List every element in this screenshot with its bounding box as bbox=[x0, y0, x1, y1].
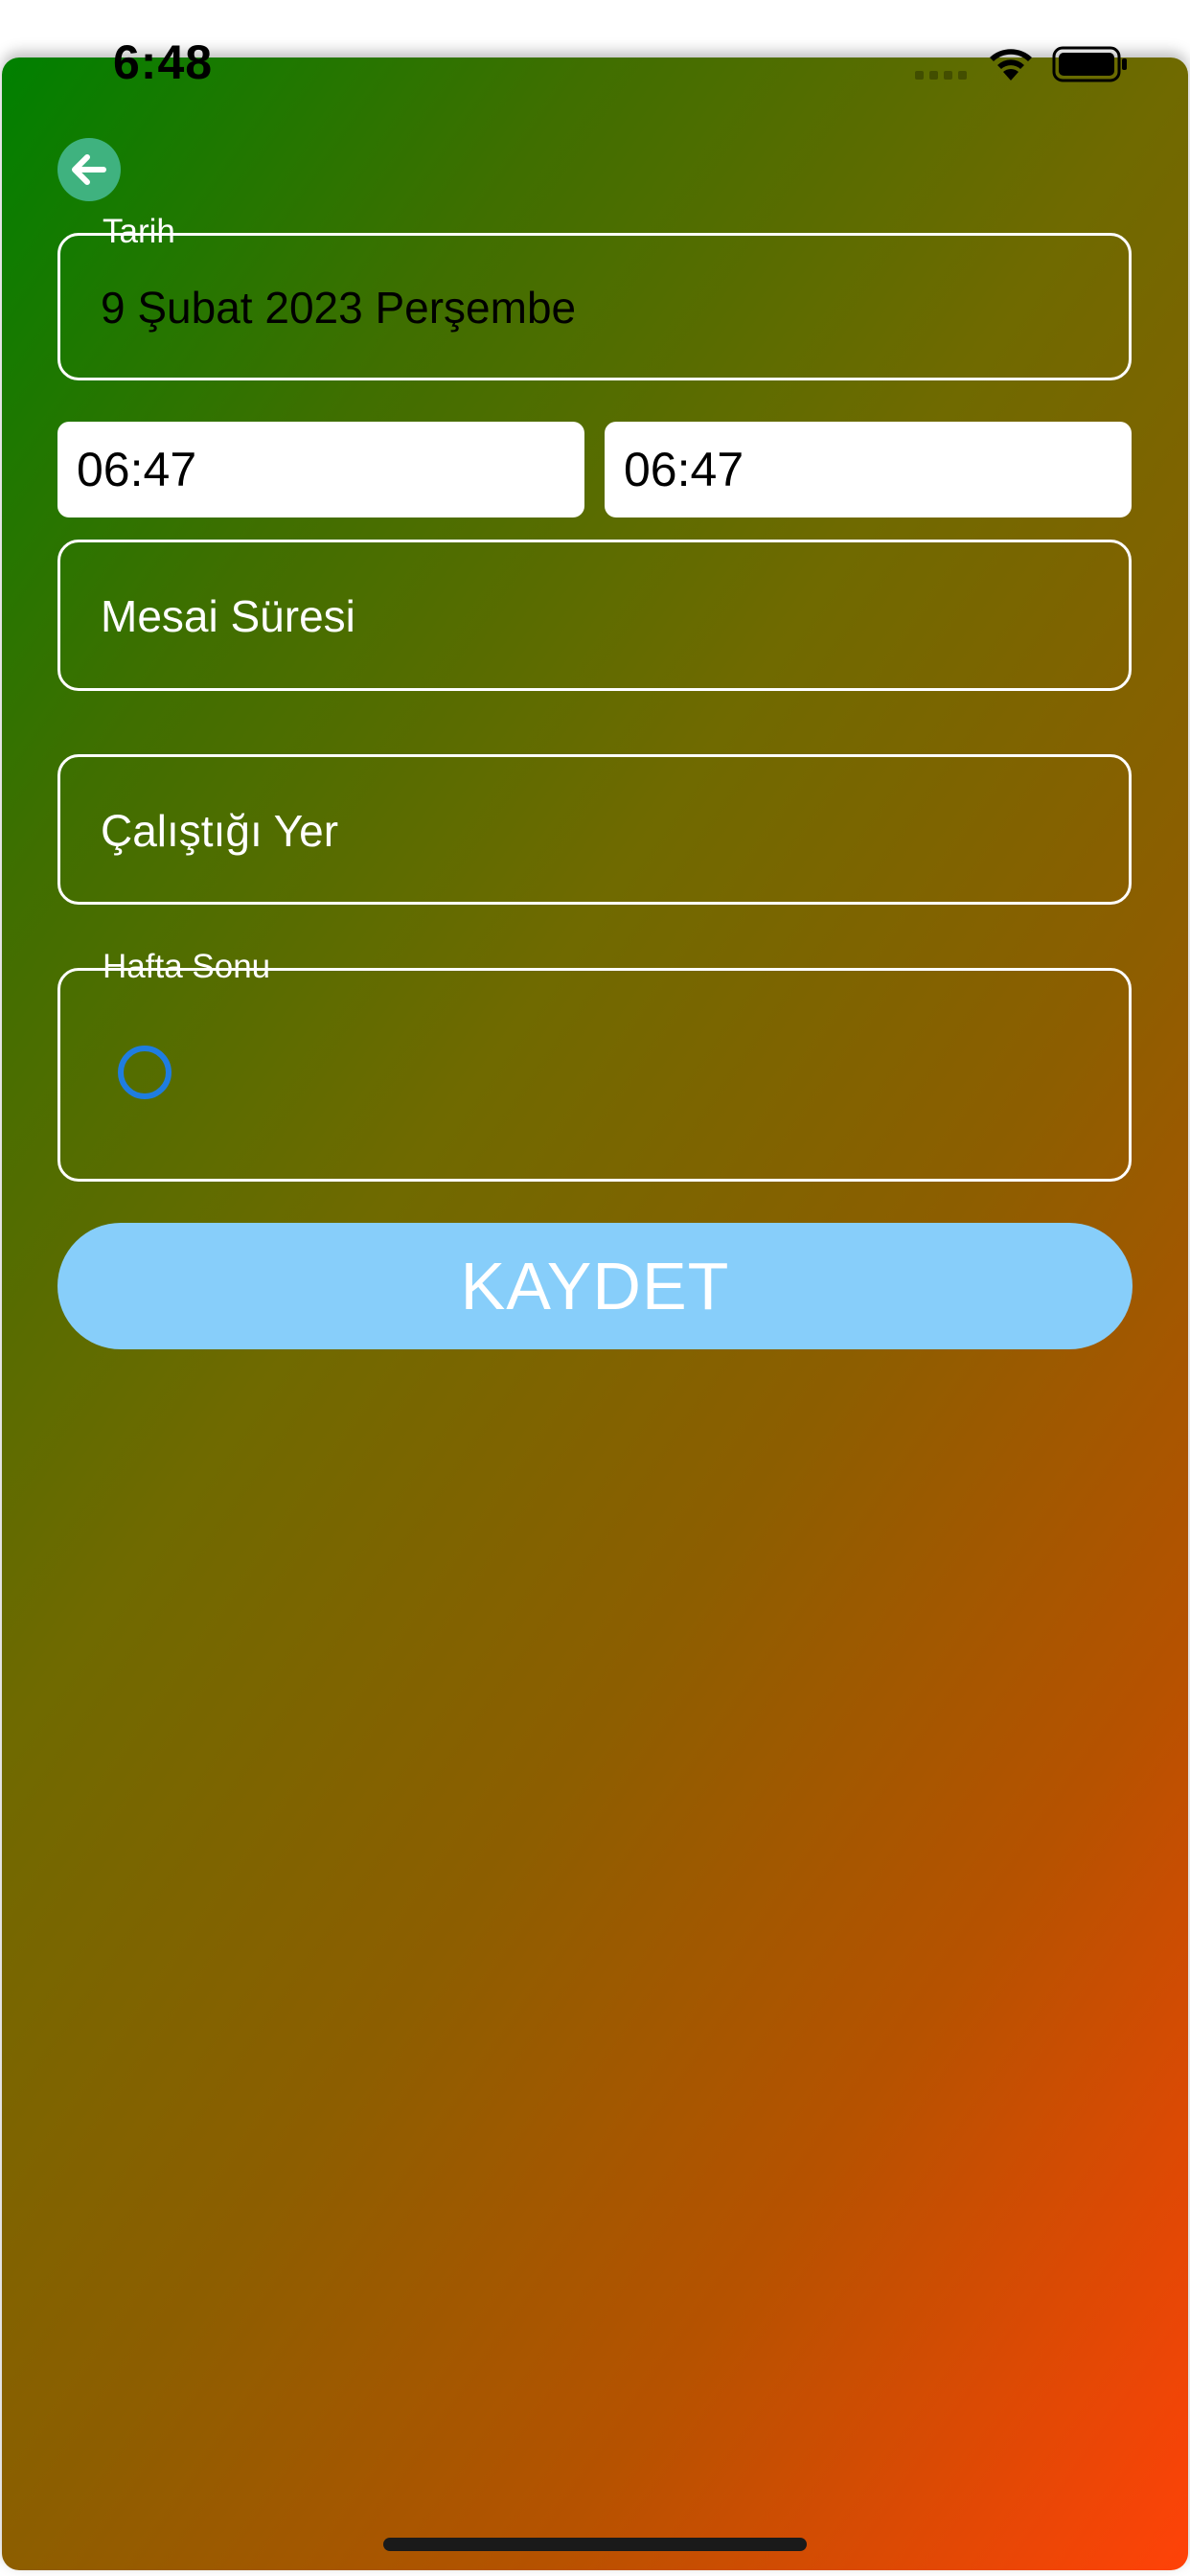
cellular-signal-icon bbox=[915, 71, 967, 80]
location-field[interactable]: Çalıştığı Yer bbox=[57, 754, 1132, 905]
home-indicator bbox=[383, 2538, 807, 2551]
status-time: 6:48 bbox=[113, 35, 214, 89]
location-placeholder: Çalıştığı Yer bbox=[101, 806, 339, 856]
weekend-group: Hafta Sonu bbox=[57, 948, 1132, 1182]
date-value: 9 Şubat 2023 Perşembe bbox=[101, 283, 577, 333]
duration-placeholder: Mesai Süresi bbox=[101, 591, 355, 641]
date-label: Tarih bbox=[103, 213, 175, 250]
battery-icon bbox=[1052, 46, 1127, 82]
arrow-left-icon bbox=[72, 154, 106, 185]
end-time-input[interactable]: 06:47 bbox=[605, 422, 1132, 518]
date-field[interactable]: Tarih 9 Şubat 2023 Perşembe bbox=[57, 213, 1132, 380]
duration-field[interactable]: Mesai Süresi bbox=[57, 540, 1132, 691]
save-button[interactable]: KAYDET bbox=[57, 1223, 1133, 1349]
back-button[interactable] bbox=[57, 138, 121, 201]
weekend-label: Hafta Sonu bbox=[103, 948, 271, 985]
start-time-input[interactable]: 06:47 bbox=[57, 422, 584, 518]
weekend-radio[interactable] bbox=[118, 1046, 172, 1099]
wifi-icon bbox=[990, 49, 1032, 80]
